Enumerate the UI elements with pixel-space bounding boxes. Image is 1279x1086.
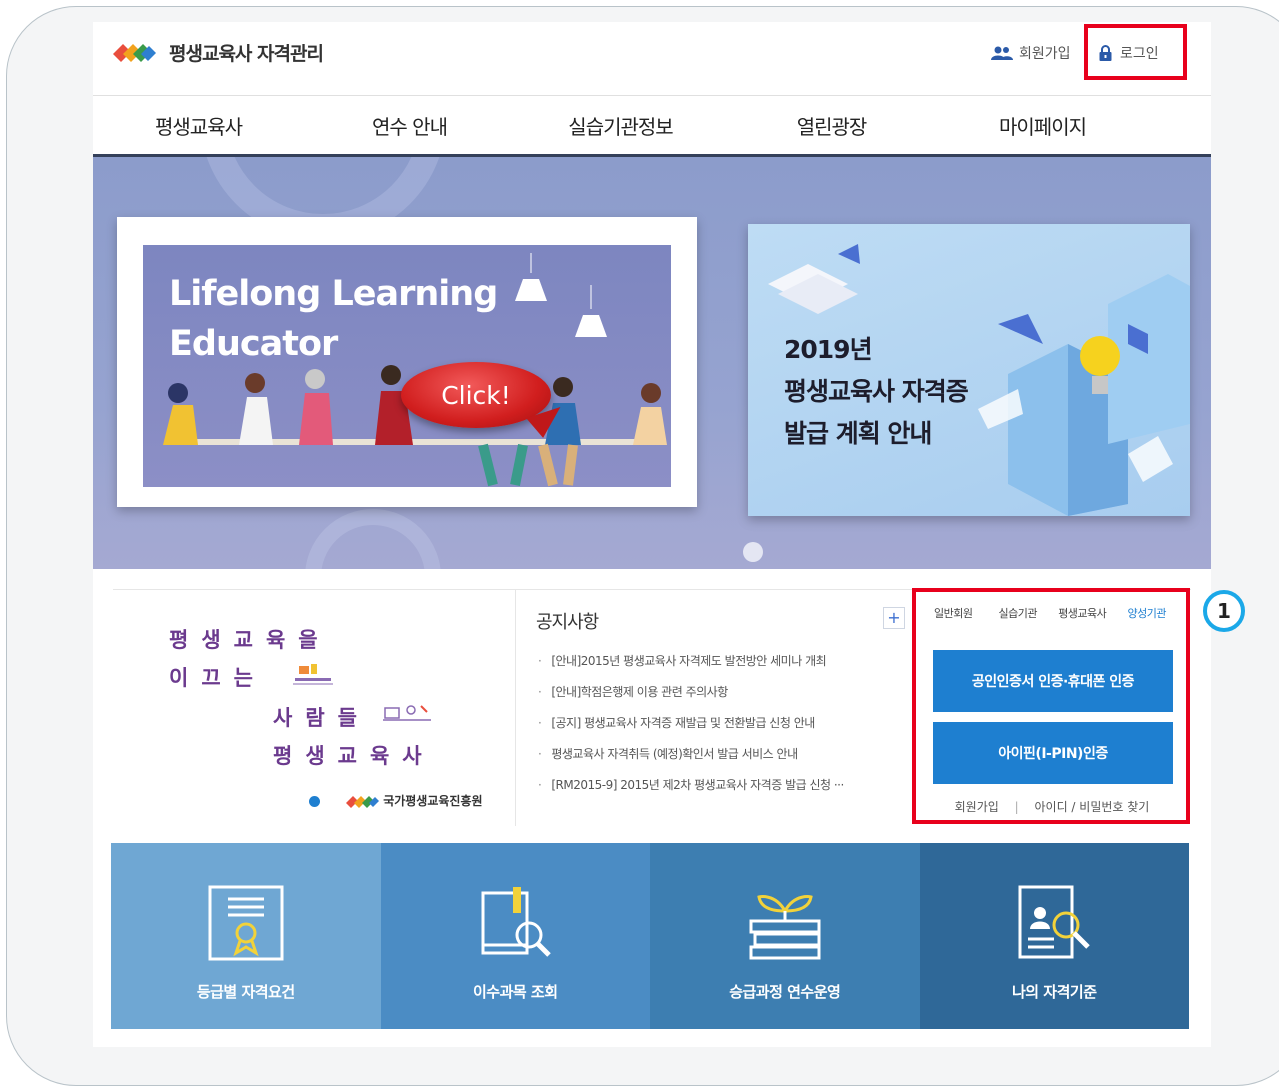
people-icon: [293, 664, 333, 685]
slogan-line-1: 평생교육을: [169, 628, 331, 652]
tile-my-qualification[interactable]: 나의 자격기준: [919, 843, 1189, 1029]
login-panel: 일반회원 실습기관 평생교육사 양성기관 공인인증서 인증·휴대폰 인증 아이핀…: [912, 588, 1191, 826]
ipin-auth-button[interactable]: 아이핀(I-PIN)인증: [933, 722, 1173, 784]
nav-item-training[interactable]: 연수 안내: [304, 96, 515, 154]
tile-label: 이수과목 조회: [472, 983, 558, 1001]
notice-item[interactable]: 평생교육사 자격취득 (예정)확인서 발급 서비스 안내: [538, 745, 903, 776]
join-label: 회원가입: [1019, 46, 1071, 62]
find-account-link[interactable]: 아이디 / 비밀번호 찾기: [1035, 800, 1150, 814]
profile-search-icon: [1018, 885, 1091, 959]
org-logo[interactable]: 국가평생교육진흥원: [345, 792, 483, 810]
quick-menu: 등급별 자격요건 이수과목 조회 승급과정 연수운영 나의 자격기준: [111, 843, 1189, 1029]
book-search-icon: [481, 887, 552, 957]
link-separator: |: [1014, 800, 1019, 814]
tile-label: 나의 자격기준: [1011, 983, 1097, 1001]
page: 평생교육사 자격관리 회원가입 로그인 평생교육사 연수 안내 실습기관정보 열…: [93, 22, 1211, 1047]
dot-indicator: [309, 796, 320, 807]
notice-panel: 공지사항 + [안내]2015년 평생교육사 자격제도 발전방안 세미나 개최 …: [516, 590, 911, 826]
main-nav: 평생교육사 연수 안내 실습기관정보 열린광장 마이페이지: [93, 96, 1211, 157]
promo-title: 평생교육사 자격증: [784, 377, 969, 406]
certificate-icon: [208, 885, 284, 961]
tab-training-institution[interactable]: 양성기관: [1115, 596, 1180, 630]
site-logo-icon[interactable]: [111, 40, 157, 64]
books-sprout-icon: [749, 895, 821, 960]
meeting-illustration: [163, 253, 667, 487]
notice-item[interactable]: [공지] 평생교육사 자격증 재발급 및 전환발급 신청 안내: [538, 714, 903, 745]
tile-course-lookup[interactable]: 이수과목 조회: [380, 843, 650, 1029]
certificate-plan-banner[interactable]: 2019년 평생교육사 자격증 발급 계획 안내: [748, 224, 1190, 516]
educator-banner-image[interactable]: Lifelong Learning Educator: [117, 217, 697, 507]
desk-icon: [383, 705, 431, 721]
login-highlight-box: [1084, 24, 1187, 80]
slogan-panel: 평생교육을 이끄는 사람들 평생교육사 국가평생교육진흥원: [113, 590, 516, 826]
tab-lifelong-educator[interactable]: 평생교육사: [1050, 596, 1115, 630]
site-header: 평생교육사 자격관리 회원가입 로그인: [93, 22, 1211, 96]
org-name: 국가평생교육진흥원: [383, 794, 483, 808]
slogan-line-3: 사람들: [273, 706, 370, 730]
tile-qualification-requirements[interactable]: 등급별 자격요건: [111, 843, 381, 1029]
main-banner: Lifelong Learning Educator Click! 2019년 …: [93, 157, 1211, 569]
site-title[interactable]: 평생교육사 자격관리: [169, 39, 324, 66]
promo-subtitle: 발급 계획 안내: [784, 419, 932, 448]
notice-title[interactable]: 공지사항: [536, 608, 599, 634]
nav-item-educator[interactable]: 평생교육사: [93, 96, 304, 154]
notice-item[interactable]: [안내]2015년 평생교육사 자격제도 발전방안 세미나 개최: [538, 652, 903, 683]
tab-general-member[interactable]: 일반회원: [921, 596, 986, 630]
certificate-auth-button[interactable]: 공인인증서 인증·휴대폰 인증: [933, 650, 1173, 712]
notice-item[interactable]: [RM2015-9] 2015년 제2차 평생교육사 자격증 발급 신청 ···: [538, 776, 903, 807]
panel-links: 회원가입 | 아이디 / 비밀번호 찾기: [913, 798, 1191, 815]
tile-label: 등급별 자격요건: [196, 983, 295, 1001]
nav-item-practice-institutions[interactable]: 실습기관정보: [515, 96, 726, 154]
isometric-illustration: [768, 244, 1190, 516]
nav-item-open-square[interactable]: 열린광장: [726, 96, 937, 154]
tile-promotion-training[interactable]: 승급과정 연수운영: [650, 843, 920, 1029]
join-link[interactable]: 회원가입: [991, 43, 1071, 63]
notice-list: [안내]2015년 평생교육사 자격제도 발전방안 세미나 개최 [안내]학점은…: [538, 652, 903, 807]
notice-item[interactable]: [안내]학점은행제 이용 관련 주의사항: [538, 683, 903, 714]
member-type-tabs: 일반회원 실습기관 평생교육사 양성기관: [921, 596, 1179, 630]
nav-item-mypage[interactable]: 마이페이지: [937, 96, 1148, 154]
panel-join-link[interactable]: 회원가입: [955, 800, 999, 814]
tile-label: 승급과정 연수운영: [729, 983, 841, 1001]
notice-more-button[interactable]: +: [883, 607, 905, 629]
org-logo-icon: [346, 795, 379, 808]
slogan-line-4: 평생교육사: [273, 744, 435, 768]
middle-section: 평생교육을 이끄는 사람들 평생교육사 국가평생교육진흥원 공지사항 + · […: [113, 588, 1191, 826]
tab-practice-institution[interactable]: 실습기관: [986, 596, 1051, 630]
step-number-badge: 1: [1203, 590, 1245, 632]
members-icon: [991, 46, 1013, 60]
slogan-line-2: 이끄는: [169, 666, 266, 690]
promo-year: 2019년: [784, 335, 873, 364]
